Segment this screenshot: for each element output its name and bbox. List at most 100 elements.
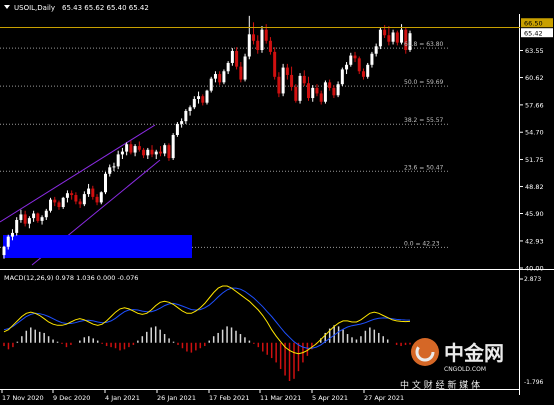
candle-body: [256, 40, 260, 51]
candle-body: [82, 194, 86, 205]
candle-body: [175, 123, 179, 135]
candle-body: [171, 134, 175, 159]
candle-body: [167, 145, 171, 159]
price-tick-label: 48.82: [525, 183, 544, 191]
candle-body: [302, 75, 306, 84]
price-axis: 66.50 65.42 63.55 60.62 57.66 54.70 51.75 48.82…: [519, 18, 553, 273]
brand-name: 中金网: [444, 341, 504, 365]
time-tick-label: 17 Feb 2021: [209, 394, 249, 402]
candle-body: [180, 121, 184, 124]
chart-header: USOIL,Daily 65.43 65.62 65.40 65.42: [4, 4, 149, 12]
candle-body: [61, 197, 65, 208]
candle-body: [184, 110, 188, 122]
cngold-logo-icon: [411, 338, 439, 366]
candle-body: [226, 62, 230, 72]
candle-body: [294, 86, 298, 101]
macd-signal-line: [3, 287, 411, 349]
macd-axis-bottom: -1.796: [524, 379, 544, 386]
candle-body: [49, 199, 53, 211]
candle-body: [319, 93, 323, 102]
candle-body: [307, 83, 310, 99]
brand-url: CNGOLD.COM: [444, 366, 486, 373]
candle-body: [349, 55, 353, 65]
price-tick-label: 45.90: [525, 210, 544, 218]
candle-body: [154, 151, 158, 155]
candle-body: [133, 146, 137, 153]
candle-body: [10, 232, 14, 237]
candle-body: [108, 167, 112, 174]
candle-body: [74, 195, 78, 202]
candle-body: [264, 29, 268, 41]
time-tick-label: 27 Apr 2021: [364, 394, 404, 402]
candle-body: [78, 201, 82, 205]
price-tick-label: 40.00: [525, 265, 544, 273]
price-tick-label: 54.70: [525, 129, 544, 137]
candle-body: [260, 29, 264, 51]
candle-body: [277, 76, 281, 94]
candle-body: [336, 84, 340, 96]
price-panel-bg: [0, 14, 520, 269]
level-price-label: 66.50: [524, 20, 543, 28]
candle-body: [40, 217, 44, 221]
price-tick-label: 57.66: [525, 101, 544, 109]
macd-axis-top: 2.873: [524, 276, 541, 283]
price-tick-label: 63.55: [525, 47, 544, 55]
candle-body: [188, 107, 192, 111]
fib-level-label: 38.2 = 55.57: [404, 117, 444, 124]
candle-body: [91, 188, 95, 197]
time-tick-label: 26 Jan 2021: [157, 394, 196, 402]
macd-indicator-label: MACD(12,26,9) 0.978 1.036 0.000 -0.076: [4, 274, 138, 282]
candle-body: [340, 69, 344, 85]
candle-body: [311, 87, 315, 99]
candle-body: [400, 29, 404, 43]
candle-body: [2, 246, 6, 256]
price-tick-label: 51.75: [525, 156, 544, 164]
cngold-watermark: 中金网 CNGOLD.COM 中 文 财 经 新 媒 体: [400, 338, 504, 391]
candle-body: [315, 87, 319, 94]
macd-histogram: [3, 325, 411, 381]
candle-body: [361, 71, 365, 77]
candle-body: [273, 51, 277, 77]
candle-body: [332, 87, 336, 96]
macd-main-line: [3, 285, 411, 355]
candle-body: [146, 149, 150, 156]
highlight-zone[interactable]: [3, 235, 192, 258]
candle-body: [383, 29, 387, 36]
candle-body: [252, 34, 256, 41]
candle-body: [142, 149, 146, 156]
candle-body: [129, 144, 133, 153]
time-tick-label: 4 Jan 2021: [105, 394, 140, 402]
trading-chart[interactable]: 61.8 = 63.80 50.0 = 59.69 38.2 = 55.57 23.6…: [0, 0, 554, 405]
candle-body: [116, 154, 120, 167]
fib-level-label: 61.8 = 63.80: [404, 41, 444, 48]
time-tick-label: 17 Nov 2020: [2, 394, 44, 402]
candle-body: [218, 74, 222, 83]
current-price-label: 65.42: [524, 30, 543, 38]
candle-body: [374, 46, 378, 54]
candle-body: [230, 50, 234, 63]
price-tick-label: 42.93: [525, 237, 544, 245]
candle-body: [57, 202, 61, 208]
candle-body: [158, 151, 162, 154]
candle-body: [87, 188, 91, 195]
fib-level-label: 50.0 = 59.69: [404, 79, 444, 86]
candle-body: [323, 82, 327, 102]
candle-body: [395, 32, 399, 43]
candle-body: [378, 29, 382, 47]
candle-body: [345, 64, 349, 70]
candle-body: [6, 236, 10, 247]
time-tick-label: 9 Dec 2020: [53, 394, 90, 402]
candle-body: [99, 192, 103, 203]
fib-level-label: 23.6 = 50.47: [404, 164, 444, 171]
candle-body: [125, 144, 129, 152]
symbol-dropdown-icon[interactable]: [4, 5, 10, 9]
candle-body: [281, 67, 285, 94]
candle-body: [391, 32, 395, 42]
candle-body: [120, 151, 124, 155]
candle-body: [387, 35, 391, 42]
candle-body: [70, 193, 74, 196]
candle-body: [370, 53, 374, 65]
candle-body: [328, 82, 332, 88]
candle-body: [201, 96, 205, 103]
candle-body: [197, 96, 201, 99]
